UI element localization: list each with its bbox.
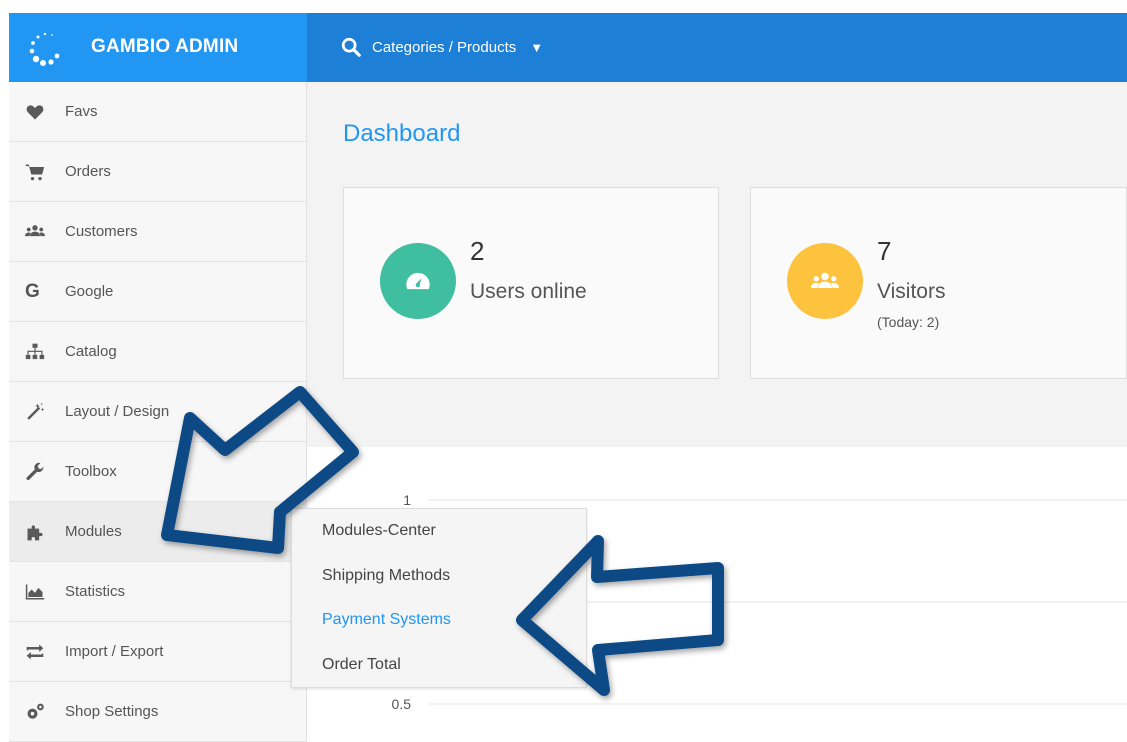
top-bar: GAMBIO ADMIN Categories / Products ▼ (9, 13, 1127, 82)
sidebar-item-shop-settings[interactable]: Shop Settings (9, 682, 306, 742)
sidebar-item-customers[interactable]: Customers (9, 202, 306, 262)
chart-tick-label: 0.5 (392, 696, 412, 712)
sidebar-item-label: Shop Settings (65, 703, 159, 720)
chart-tick-label: 1 (403, 492, 411, 508)
sidebar-item-label: Orders (65, 163, 111, 180)
search-label: Categories / Products (372, 38, 517, 56)
users-online-badge (380, 243, 456, 319)
visitors-today: (Today: 2) (877, 314, 940, 330)
sidebar-item-label: Layout / Design (65, 403, 170, 420)
users-online-count: 2 (470, 236, 485, 266)
sidebar-item-google[interactable]: G Google (9, 262, 306, 322)
sidebar-item-label: Customers (65, 223, 138, 240)
sidebar-item-label: Import / Export (65, 643, 164, 660)
sidebar-item-toolbox[interactable]: Toolbox (9, 442, 306, 502)
google-icon: G (25, 280, 40, 302)
submenu-item-modules-center[interactable]: Modules-Center (292, 509, 586, 554)
dashboard-icon (406, 272, 430, 290)
sidebar-item-orders[interactable]: Orders (9, 142, 306, 202)
visitors-badge (787, 243, 863, 319)
magic-wand-icon (25, 402, 51, 422)
search-dropdown[interactable]: Categories / Products ▼ (340, 36, 543, 58)
submenu-item-order-total[interactable]: Order Total (292, 643, 586, 688)
gambio-logo-icon (29, 32, 60, 66)
caret-down-icon: ▼ (530, 39, 544, 55)
sidebar-item-label: Google (65, 283, 114, 300)
sidebar-item-layout-design[interactable]: Layout / Design (9, 382, 306, 442)
cart-icon (25, 162, 51, 182)
sidebar-item-catalog[interactable]: Catalog (9, 322, 306, 382)
stat-card-users-online: 2 Users online (343, 187, 719, 379)
sidebar-item-import-export[interactable]: Import / Export (9, 622, 306, 682)
sidebar-item-label: Toolbox (65, 463, 117, 480)
sidebar-item-label: Statistics (65, 583, 126, 600)
submenu-item-payment-systems[interactable]: Payment Systems (292, 598, 586, 643)
sidebar-item-label: Favs (65, 103, 98, 120)
users-icon (811, 272, 839, 288)
puzzle-icon (25, 522, 51, 542)
users-icon (25, 222, 51, 242)
search-icon (341, 37, 361, 57)
heart-icon (25, 102, 51, 122)
exchange-icon (25, 642, 51, 662)
submenu-item-shipping-methods[interactable]: Shipping Methods (292, 554, 586, 599)
sidebar: Favs Orders Customers G Google Catalog L… (9, 82, 307, 742)
page-title: Dashboard (343, 120, 461, 147)
brand-header[interactable]: GAMBIO ADMIN (9, 13, 307, 82)
sidebar-item-favs[interactable]: Favs (9, 82, 306, 142)
sidebar-item-modules[interactable]: Modules (9, 502, 306, 562)
area-chart-icon (25, 582, 51, 602)
sidebar-item-label: Modules (65, 523, 122, 540)
cogs-icon (25, 702, 51, 722)
users-online-label: Users online (470, 280, 587, 303)
sitemap-icon (25, 342, 51, 362)
wrench-icon (25, 462, 51, 482)
visitors-label: Visitors (877, 280, 946, 303)
brand-title: GAMBIO ADMIN (91, 36, 239, 57)
stat-card-visitors: 7 Visitors (Today: 2) (750, 187, 1127, 379)
sidebar-item-statistics[interactable]: Statistics (9, 562, 306, 622)
sidebar-item-label: Catalog (65, 343, 117, 360)
visitors-count: 7 (877, 236, 892, 266)
modules-submenu: Modules-Center Shipping Methods Payment … (291, 508, 587, 688)
